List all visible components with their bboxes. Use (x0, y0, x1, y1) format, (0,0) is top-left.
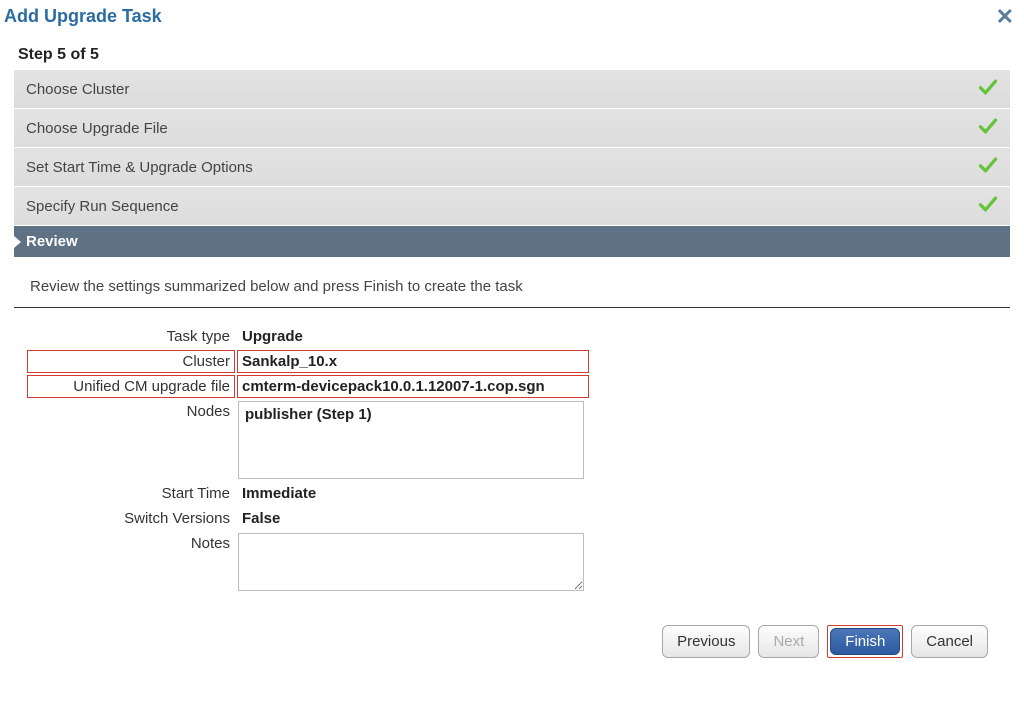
wizard-button-bar: Previous Next Finish Cancel (14, 603, 1010, 672)
label-start-time: Start Time (28, 483, 234, 504)
label-switch-versions: Switch Versions (28, 508, 234, 529)
finish-button[interactable]: Finish (830, 628, 900, 655)
finish-highlight: Finish (827, 625, 903, 658)
review-instruction: Review the settings summarized below and… (14, 272, 1010, 308)
value-switch-versions: False (238, 508, 588, 529)
cancel-button[interactable]: Cancel (911, 625, 988, 658)
value-task-type: Upgrade (238, 326, 588, 347)
step-choose-upgrade-file[interactable]: Choose Upgrade File (14, 109, 1010, 148)
step-indicator: Step 5 of 5 (0, 32, 1024, 70)
nodes-listbox[interactable]: publisher (Step 1) (238, 401, 584, 479)
review-panel: Review the settings summarized below and… (14, 272, 1010, 672)
label-notes: Notes (28, 533, 234, 554)
value-cluster: Sankalp_10.x (237, 350, 589, 373)
step-set-start-time[interactable]: Set Start Time & Upgrade Options (14, 148, 1010, 187)
dialog-title: Add Upgrade Task (4, 6, 162, 27)
check-icon (978, 116, 998, 140)
step-label: Review (26, 233, 78, 250)
label-nodes: Nodes (28, 401, 234, 422)
label-upgrade-file: Unified CM upgrade file (27, 375, 235, 398)
step-choose-cluster[interactable]: Choose Cluster (14, 70, 1010, 109)
value-upgrade-file: cmterm-devicepack10.0.1.12007-1.cop.sgn (237, 375, 589, 398)
step-review[interactable]: Review (14, 226, 1010, 258)
step-label: Choose Upgrade File (26, 120, 168, 137)
add-upgrade-task-dialog: Add Upgrade Task ✕ Step 5 of 5 Choose Cl… (0, 0, 1024, 672)
next-button: Next (758, 625, 819, 658)
step-label: Set Start Time & Upgrade Options (26, 159, 253, 176)
wizard-step-list: Choose Cluster Choose Upgrade File Set S… (14, 70, 1010, 258)
notes-container (238, 533, 588, 595)
value-start-time: Immediate (238, 483, 588, 504)
dialog-header: Add Upgrade Task ✕ (0, 0, 1024, 32)
check-icon (978, 155, 998, 179)
check-icon (978, 194, 998, 218)
step-specify-run-sequence[interactable]: Specify Run Sequence (14, 187, 1010, 226)
label-task-type: Task type (28, 326, 234, 347)
step-label: Specify Run Sequence (26, 198, 179, 215)
close-icon[interactable]: ✕ (996, 6, 1014, 28)
notes-textarea[interactable] (238, 533, 584, 591)
nodes-list-container: publisher (Step 1) (238, 401, 588, 479)
check-icon (978, 77, 998, 101)
node-item[interactable]: publisher (Step 1) (245, 406, 577, 423)
step-label: Choose Cluster (26, 81, 129, 98)
previous-button[interactable]: Previous (662, 625, 750, 658)
summary-grid: Task type Upgrade Cluster Sankalp_10.x U… (28, 308, 1010, 603)
label-cluster: Cluster (27, 350, 235, 373)
